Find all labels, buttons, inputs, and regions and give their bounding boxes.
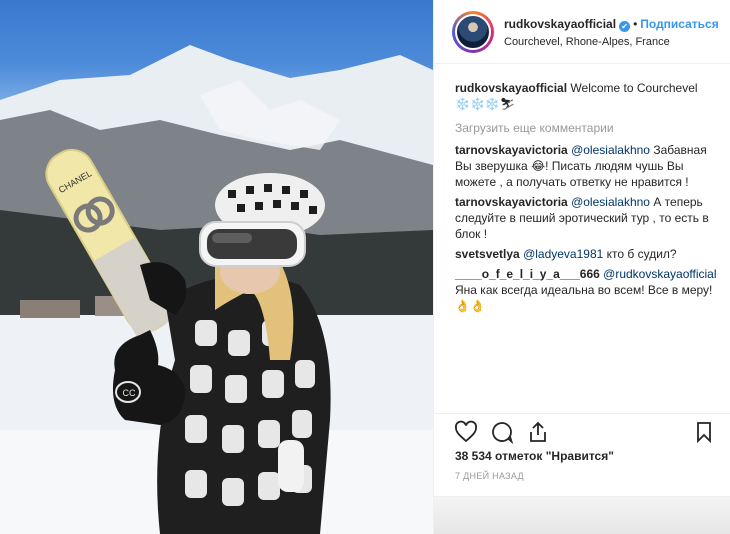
share-icon[interactable] xyxy=(526,420,550,444)
bookmark-icon[interactable] xyxy=(692,420,716,444)
comment-item: tarnovskayavictoria @olesialakhno А тепе… xyxy=(455,194,721,242)
comment-mention[interactable]: @ladyeva1981 xyxy=(523,247,603,261)
caption-username[interactable]: rudkovskayaofficial xyxy=(455,81,567,95)
comment-username[interactable]: ____o_f_e_l_i_y_a___666 xyxy=(455,267,600,281)
avatar[interactable] xyxy=(452,11,494,53)
photo-scene: CHANEL CC xyxy=(0,45,433,534)
comment-username[interactable]: tarnovskayavictoria xyxy=(455,195,568,209)
post-header: rudkovskayaofficial ✔ • Подписаться Courche… xyxy=(434,0,730,64)
comment-mention[interactable]: @rudkovskayaofficial xyxy=(603,267,716,281)
comment-text: Яна как всегда идеальна во всем! Все в м… xyxy=(455,283,713,313)
comment-username[interactable]: svetsvetlya xyxy=(455,247,520,261)
post-username[interactable]: rudkovskayaofficial xyxy=(504,17,616,31)
follow-button[interactable]: Подписаться xyxy=(640,17,718,31)
comment-text: кто б судил? xyxy=(606,247,677,261)
comments-section: rudkovskayaofficial Welcome to Courcheve… xyxy=(455,80,721,318)
post-side-panel: rudkovskayaofficial ✔ • Подписаться Courche… xyxy=(433,0,730,534)
post-timestamp: 7 ДНЕЙ НАЗАД xyxy=(455,471,524,481)
post-location[interactable]: Courchevel, Rhone-Alpes, France xyxy=(504,36,670,48)
comment-item: svetsvetlya @ladyeva1981 кто б судил? xyxy=(455,246,721,262)
likes-count[interactable]: 38 534 отметок "Нравится" xyxy=(455,449,614,463)
add-comment-input[interactable] xyxy=(434,496,730,534)
header-line: rudkovskayaofficial ✔ • Подписаться xyxy=(504,17,719,32)
comment-username[interactable]: tarnovskayavictoria xyxy=(455,143,568,157)
comment-mention[interactable]: @olesialakhno xyxy=(571,143,650,157)
caption: rudkovskayaofficial Welcome to Courcheve… xyxy=(455,80,721,112)
comment-item: ____o_f_e_l_i_y_a___666 @rudkovskayaoffi… xyxy=(455,266,721,314)
comment-icon[interactable] xyxy=(490,420,514,445)
comment-item: tarnovskayavictoria @olesialakhno Забавн… xyxy=(455,142,721,190)
caption-text: Welcome to Courchevel xyxy=(570,81,698,95)
caption-emoji: ❄️❄️❄️⛷ xyxy=(455,97,516,111)
post-actions-bar xyxy=(434,413,730,445)
glove-brand-text: CC xyxy=(123,388,136,398)
heart-icon[interactable] xyxy=(454,420,478,444)
avatar-image xyxy=(455,14,491,50)
post-photo[interactable]: CHANEL CC xyxy=(0,0,433,534)
separator-dot: • xyxy=(633,17,638,31)
load-more-comments-button[interactable]: Загрузить еще комментарии xyxy=(455,120,721,136)
verified-badge-icon: ✔ xyxy=(619,21,631,32)
comment-mention[interactable]: @olesialakhno xyxy=(571,195,650,209)
